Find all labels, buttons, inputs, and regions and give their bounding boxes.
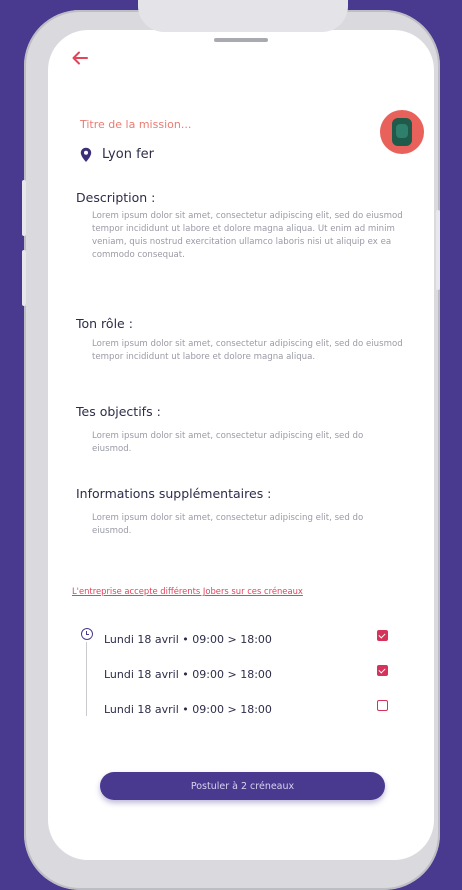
slot-row[interactable]: Lundi 18 avril • 09:00 > 18:00 [104, 698, 272, 717]
slot-day: Lundi 18 avril [104, 668, 179, 681]
slot-checkbox[interactable] [377, 630, 388, 641]
slot-checkbox[interactable] [377, 700, 388, 711]
phone-notch [138, 0, 348, 32]
section-title-description: Description : [76, 190, 156, 205]
slot-separator: • [178, 668, 193, 681]
section-body-objectives: Lorem ipsum dolor sit amet, consectetur … [92, 431, 364, 454]
section-body-extra-info: Lorem ipsum dolor sit amet, consectetur … [92, 513, 364, 536]
apply-button[interactable]: Postuler à 2 créneaux [100, 772, 385, 800]
slot-time: 09:00 > 18:00 [192, 668, 272, 681]
company-avatar [380, 110, 424, 154]
slot-separator: • [178, 703, 193, 716]
section-title-objectives: Tes objectifs : [76, 404, 161, 419]
phone-side-button [436, 210, 440, 290]
section-body-role: Lorem ipsum dolor sit amet, consectetur … [92, 339, 403, 362]
back-button[interactable] [72, 47, 88, 71]
phone-side-button [22, 250, 26, 306]
slots-timeline [81, 628, 95, 718]
slot-checkbox[interactable] [377, 665, 388, 676]
section-title-role: Ton rôle : [76, 316, 133, 331]
slot-day: Lundi 18 avril [104, 633, 179, 646]
arrow-left-icon [72, 51, 88, 65]
slot-row[interactable]: Lundi 18 avril • 09:00 > 18:00 [104, 628, 272, 647]
slot-separator: • [178, 633, 193, 646]
clock-icon [81, 628, 93, 640]
timeline-line [86, 642, 87, 716]
slot-time: 09:00 > 18:00 [192, 633, 272, 646]
slot-row[interactable]: Lundi 18 avril • 09:00 > 18:00 [104, 663, 272, 682]
map-pin-icon [80, 147, 92, 162]
phone-speaker [214, 38, 268, 42]
section-body-description: Lorem ipsum dolor sit amet, consectetur … [92, 211, 403, 260]
section-title-extra-info: Informations supplémentaires : [76, 486, 272, 501]
slot-day: Lundi 18 avril [104, 703, 179, 716]
location-label: Lyon fer [102, 147, 154, 162]
mission-title: Titre de la mission... [80, 118, 192, 131]
phone-side-button [22, 180, 26, 236]
slots-notice-link[interactable]: L'entreprise accepte différents Jobers s… [72, 586, 412, 596]
slot-time: 09:00 > 18:00 [192, 703, 272, 716]
